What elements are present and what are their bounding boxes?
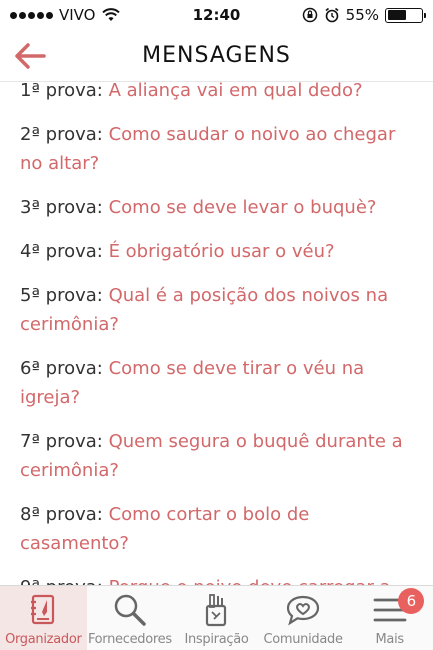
question-prefix: 9ª prova: (20, 577, 109, 585)
question-prefix: 6ª prova: (20, 358, 109, 379)
back-button[interactable] (10, 40, 50, 72)
question-prefix: 4ª prova: (20, 241, 109, 262)
status-right: 55% (302, 6, 426, 24)
tab-organizador[interactable]: Organizador (0, 586, 87, 650)
tab-comunidade[interactable]: Comunidade (260, 586, 347, 650)
question-item: 7ª prova: Quem segura o buquê durante a … (20, 427, 417, 485)
carrier-name: VIVO (59, 6, 96, 24)
question-item: 1ª prova: A aliança vai em qual dedo? (20, 82, 417, 105)
tab-label: Comunidade (263, 632, 343, 647)
question-prefix: 3ª prova: (20, 197, 109, 218)
messages-content: 1ª prova: A aliança vai em qual dedo? 2ª … (0, 82, 433, 585)
rotation-lock-icon (302, 7, 317, 23)
search-icon (112, 592, 148, 628)
question-link[interactable]: Como se deve levar o buquè? (109, 197, 377, 218)
battery-icon (385, 7, 426, 23)
question-item: 3ª prova: Como se deve levar o buquè? (20, 193, 417, 222)
question-item: 4ª prova: É obrigatório usar o véu? (20, 237, 417, 266)
chat-heart-icon (285, 592, 321, 628)
question-prefix: 5ª prova: (20, 285, 109, 306)
question-link[interactable]: A aliança vai em qual dedo? (109, 82, 363, 101)
question-prefix: 2ª prova: (20, 124, 109, 145)
wifi-icon (101, 8, 120, 21)
arrow-left-icon (15, 43, 46, 69)
question-link[interactable]: É obrigatório usar o véu? (109, 241, 335, 262)
question-item: 9ª prova: Porque o noivo deve carregar a… (20, 573, 417, 585)
question-item: 8ª prova: Como cortar o bolo de casament… (20, 500, 417, 558)
alarm-icon (325, 7, 339, 23)
status-bar: VIVO 12:40 55% (0, 0, 433, 30)
status-left: VIVO (10, 6, 120, 24)
tab-mais[interactable]: Mais 6 (346, 586, 433, 650)
tab-label: Fornecedores (87, 632, 172, 647)
pencil-cup-icon (198, 592, 234, 628)
tab-label: Inspiração (184, 632, 249, 647)
battery-fill (387, 10, 406, 20)
question-list: 1ª prova: A aliança vai em qual dedo? 2ª … (20, 82, 417, 585)
question-prefix: 8ª prova: (20, 504, 109, 525)
tab-label: Mais (375, 632, 404, 647)
page-title: MENSAGENS (142, 43, 291, 68)
tab-bar: Organizador Fornecedores Inspiração Comu… (0, 585, 433, 650)
question-prefix: 1ª prova: (20, 82, 109, 101)
battery-percent: 55% (345, 6, 379, 24)
signal-strength-icon (10, 11, 53, 19)
tab-label: Organizador (5, 632, 82, 647)
question-item: 6ª prova: Como se deve tirar o véu na ig… (20, 354, 417, 412)
question-prefix: 7ª prova: (20, 431, 109, 452)
notebook-icon (25, 592, 61, 628)
notification-badge: 6 (398, 588, 425, 614)
tab-inspiracao[interactable]: Inspiração (173, 586, 260, 650)
header: MENSAGENS (0, 30, 433, 82)
question-item: 5ª prova: Qual é a posição dos noivos na… (20, 281, 417, 339)
tab-fornecedores[interactable]: Fornecedores (87, 586, 174, 650)
question-item: 2ª prova: Como saudar o noivo ao chegar … (20, 120, 417, 178)
